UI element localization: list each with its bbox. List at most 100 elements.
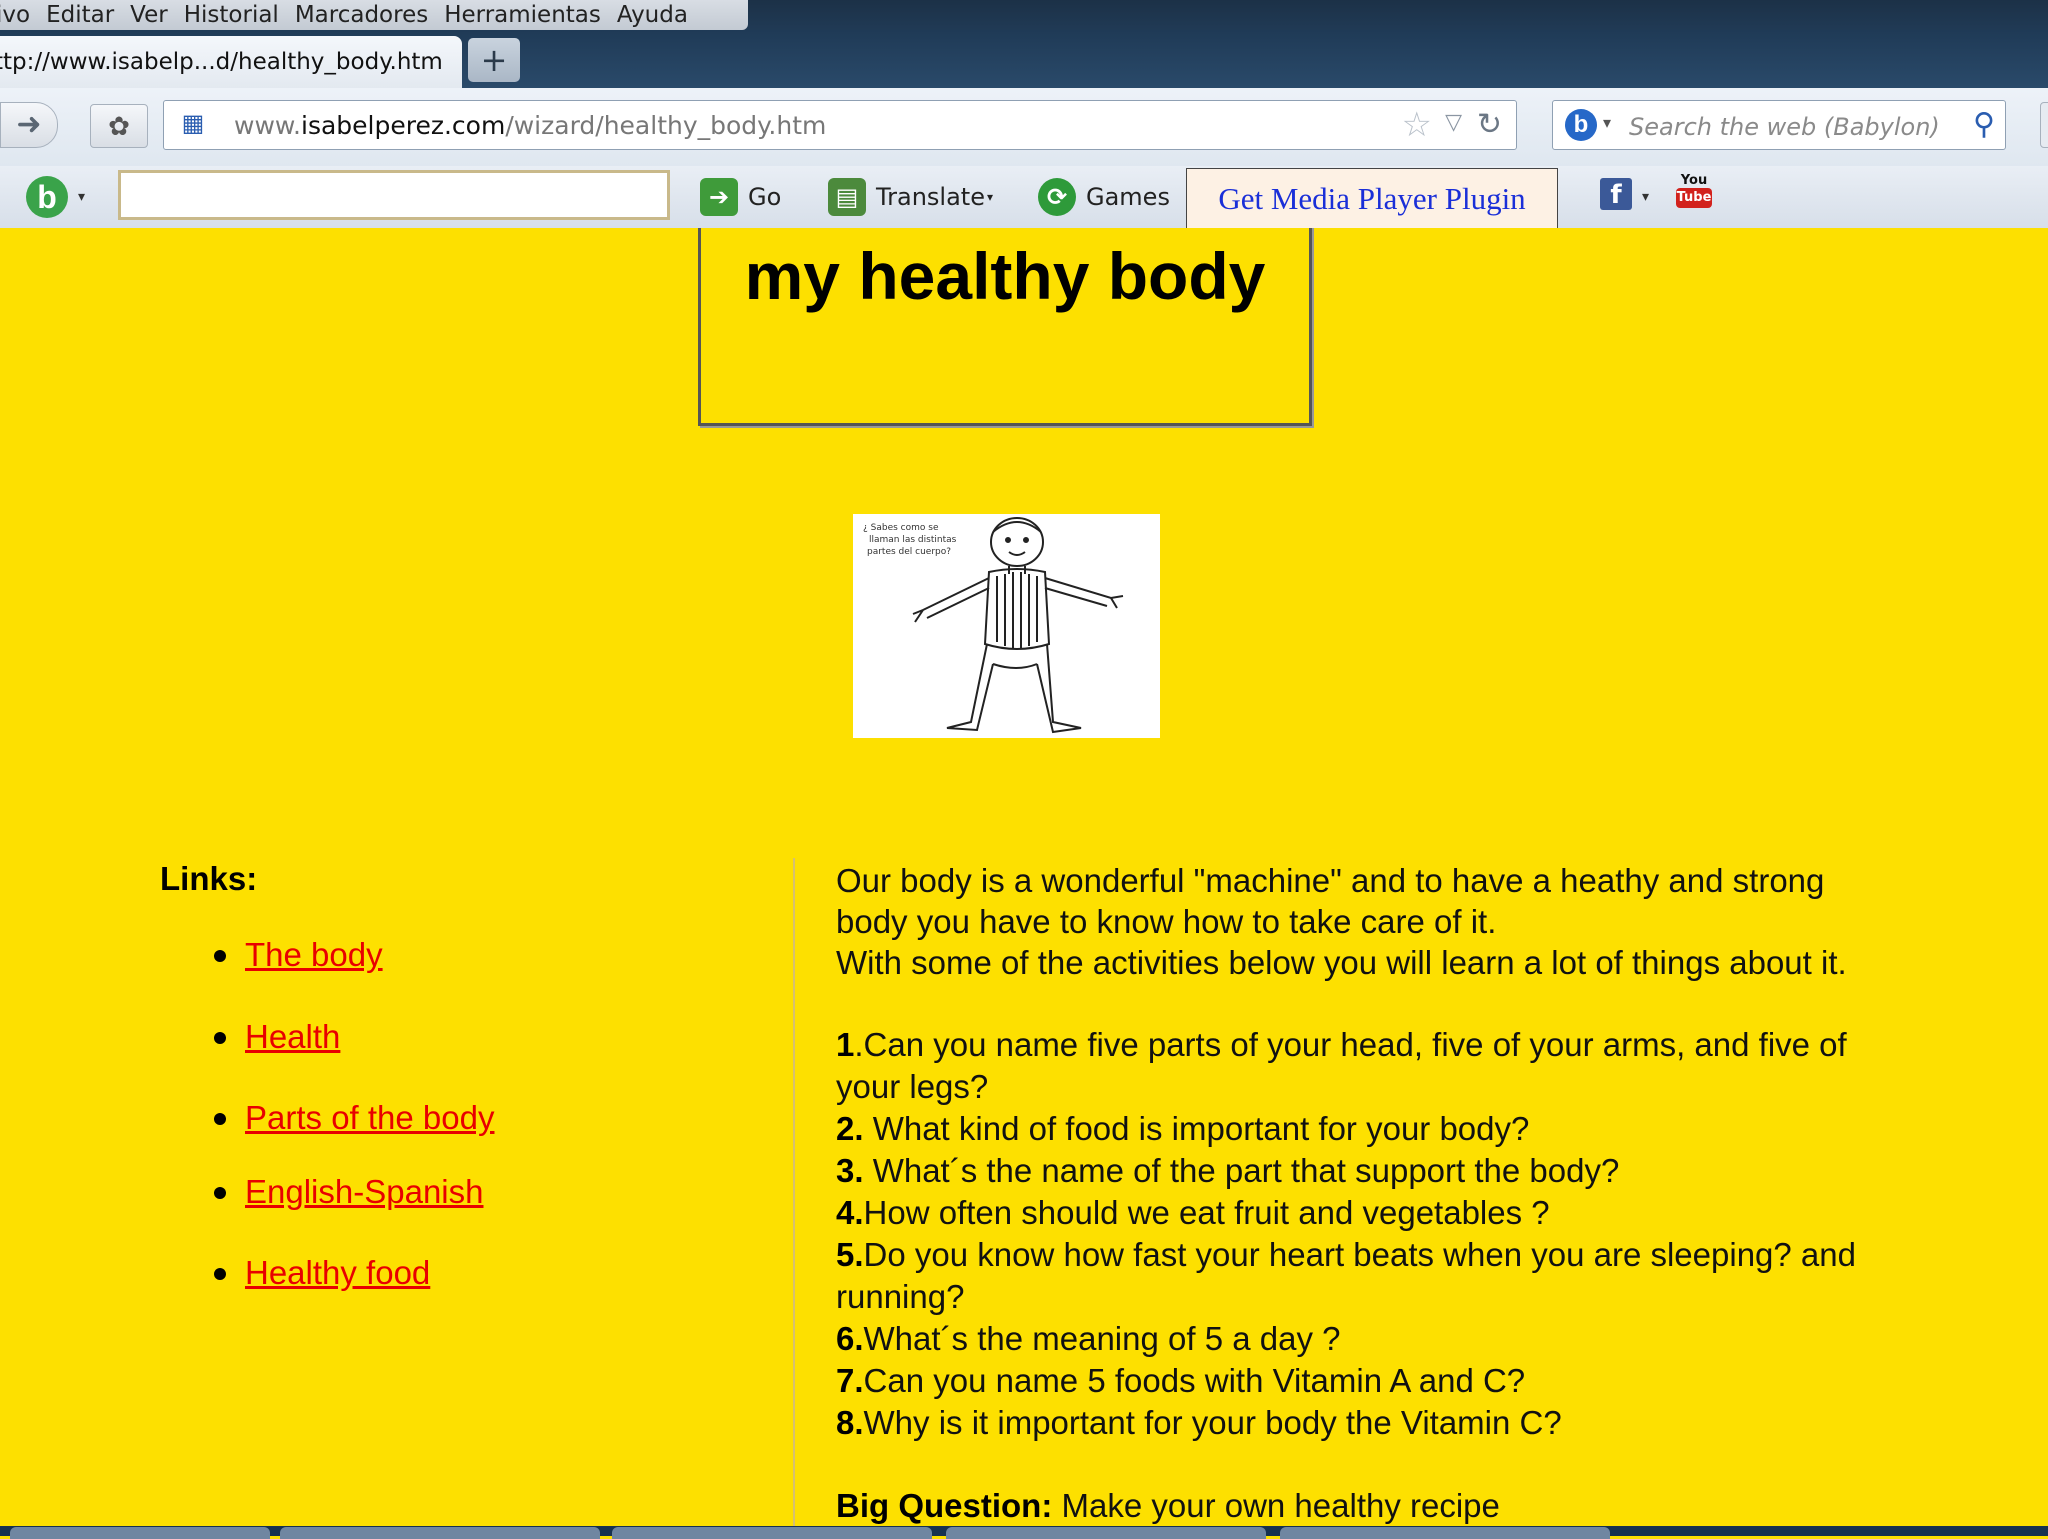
facebook-icon[interactable]: f <box>1600 178 1632 210</box>
toolbar-search-input[interactable] <box>118 170 670 220</box>
question-number: 5. <box>836 1236 864 1273</box>
search-magnifier-icon[interactable]: ⚲ <box>1973 107 1995 142</box>
question-number: 2. <box>836 1110 864 1147</box>
new-tab-button[interactable]: + <box>468 38 520 82</box>
url-path: /wizard/healthy_body.htm <box>505 111 827 140</box>
url-domain: isabelperez.com <box>301 111 506 140</box>
babylon-engine-icon[interactable]: b <box>1565 109 1597 141</box>
reload-icon[interactable]: ↻ <box>1477 107 1502 142</box>
go-arrow-icon: ➔ <box>700 178 738 216</box>
extension-icon: ✿ <box>108 111 130 141</box>
question-text: Can you name five parts of your head, fi… <box>836 1026 1847 1105</box>
intro-line-1: Our body is a wonderful "machine" and to… <box>836 862 1825 899</box>
media-player-plugin-button[interactable]: Get Media Player Plugin <box>1186 168 1558 228</box>
translate-label: Translate <box>876 183 985 211</box>
body-drawing-image: ¿ Sabes como se llaman las distintas par… <box>853 514 1160 738</box>
question-text: Do you know how fast your heart beats wh… <box>836 1236 1856 1315</box>
go-button[interactable]: ➔ Go <box>700 176 781 218</box>
body-outline-drawing: ¿ Sabes como se llaman las distintas par… <box>863 517 1124 734</box>
menu-historial[interactable]: Historial <box>184 2 279 28</box>
search-bar[interactable]: b ▾ Search the web (Babylon) ⚲ <box>1552 100 2006 150</box>
url-text[interactable]: www.isabelperez.com/wizard/healthy_body.… <box>234 111 826 140</box>
question-7: 7.Can you name 5 foods with Vitamin A an… <box>836 1360 1866 1402</box>
intro-line-3: With some of the activities below you wi… <box>836 944 1847 981</box>
link-english-spanish[interactable]: English-Spanish <box>245 1173 483 1211</box>
question-number: 8. <box>836 1404 864 1441</box>
taskbar-item[interactable] <box>280 1527 600 1539</box>
translate-button[interactable]: ▤ Translate ▾ <box>828 176 993 218</box>
question-number: 4. <box>836 1194 864 1231</box>
link-health[interactable]: Health <box>245 1018 340 1056</box>
address-bar[interactable]: ▦ www.isabelperez.com/wizard/healthy_bod… <box>163 100 1517 150</box>
menu-ayuda[interactable]: Ayuda <box>617 2 688 28</box>
youtube-tube-text: Tube <box>1676 188 1712 208</box>
image-caption-line-3: partes del cuerpo? <box>867 547 951 557</box>
question-text: What´s the meaning of 5 a day ? <box>863 1320 1341 1357</box>
question-text: How often should we eat fruit and vegeta… <box>863 1194 1550 1231</box>
translate-icon: ▤ <box>828 178 866 216</box>
question-4: 4.How often should we eat fruit and vege… <box>836 1192 1866 1234</box>
extension-button[interactable]: ✿ <box>90 104 148 148</box>
menu-marcadores[interactable]: Marcadores <box>295 2 428 28</box>
menu-archivo[interactable]: ivo <box>0 2 30 28</box>
go-label: Go <box>748 183 782 211</box>
menu-herramientas[interactable]: Herramientas <box>444 2 601 28</box>
page-title: my healthy body <box>744 239 1266 313</box>
menu-button-edge[interactable] <box>2040 102 2048 148</box>
search-input[interactable]: Search the web (Babylon) <box>1629 113 1940 141</box>
games-button[interactable]: ⟳ Games <box>1038 176 1170 218</box>
image-caption-line-1: ¿ Sabes como se <box>863 523 939 533</box>
forward-button[interactable]: ➜ <box>0 102 58 148</box>
question-2: 2. What kind of food is important for yo… <box>836 1108 1866 1150</box>
games-label: Games <box>1086 183 1170 211</box>
menu-bar: ivo Editar Ver Historial Marcadores Herr… <box>0 0 2048 30</box>
question-8: 8.Why is it important for your body the … <box>836 1402 1866 1444</box>
tab-active[interactable]: ttp://www.isabelp...d/healthy_body.htm <box>0 36 462 88</box>
bullet-icon <box>214 1268 226 1280</box>
site-identity-icon[interactable]: ▦ <box>178 109 208 139</box>
question-6: 6.What´s the meaning of 5 a day ? <box>836 1318 1866 1360</box>
question-separator <box>864 1110 873 1147</box>
navigation-bar: ➜ ✿ ▦ www.isabelperez.com/wizard/healthy… <box>0 88 2048 166</box>
bullet-icon <box>214 1032 226 1044</box>
taskbar-item[interactable] <box>612 1527 932 1539</box>
menu-ver[interactable]: Ver <box>130 2 168 28</box>
link-healthy-food[interactable]: Healthy food <box>245 1254 430 1292</box>
question-number: 3. <box>836 1152 864 1189</box>
link-parts-of-the-body[interactable]: Parts of the body <box>245 1099 494 1137</box>
title-box: my healthy body <box>698 228 1312 426</box>
page-content: my healthy body ¿ Sabes como se llaman l… <box>0 228 2048 1526</box>
question-text: Can you name 5 foods with Vitamin A and … <box>863 1362 1526 1399</box>
engine-dropdown-icon[interactable]: ▾ <box>1603 113 1611 133</box>
question-separator <box>864 1152 873 1189</box>
question-text: Why is it important for your body the Vi… <box>863 1404 1562 1441</box>
facebook-caret-icon[interactable]: ▾ <box>1642 188 1649 205</box>
taskbar-item[interactable] <box>946 1527 1266 1539</box>
question-5: 5.Do you know how fast your heart beats … <box>836 1234 1866 1318</box>
taskbar-item[interactable] <box>1280 1527 1610 1539</box>
games-icon: ⟳ <box>1038 178 1076 216</box>
menu-items: ivo Editar Ver Historial Marcadores Herr… <box>0 0 748 30</box>
bookmark-star-icon[interactable]: ☆ <box>1402 105 1432 145</box>
history-dropdown-icon[interactable]: ▽ <box>1445 109 1462 135</box>
menu-editar[interactable]: Editar <box>46 2 114 28</box>
image-caption-line-2: llaman las distintas <box>869 535 957 545</box>
tab-strip: ttp://www.isabelp...d/healthy_body.htm + <box>0 30 2048 88</box>
tab-title: ttp://www.isabelp...d/healthy_body.htm <box>0 49 443 75</box>
link-the-body[interactable]: The body <box>245 936 383 974</box>
links-heading: Links: <box>160 860 258 897</box>
activities-column: Our body is a wonderful "machine" and to… <box>836 860 1866 1526</box>
forward-arrow-icon: ➜ <box>16 108 42 141</box>
question-1: 1.Can you name five parts of your head, … <box>836 1024 1866 1108</box>
question-3: 3. What´s the name of the part that supp… <box>836 1150 1866 1192</box>
babylon-logo-icon[interactable]: b <box>26 176 68 218</box>
translate-caret-icon: ▾ <box>986 190 994 204</box>
taskbar-item[interactable] <box>10 1527 270 1539</box>
question-text: What kind of food is important for your … <box>872 1110 1530 1147</box>
bullet-icon <box>214 950 226 962</box>
youtube-icon[interactable]: You Tube <box>1676 174 1712 216</box>
big-question-text: Make your own healthy recipe <box>1052 1487 1500 1524</box>
babylon-menu-caret-icon[interactable]: ▾ <box>78 188 85 205</box>
os-taskbar <box>0 1526 2048 1539</box>
